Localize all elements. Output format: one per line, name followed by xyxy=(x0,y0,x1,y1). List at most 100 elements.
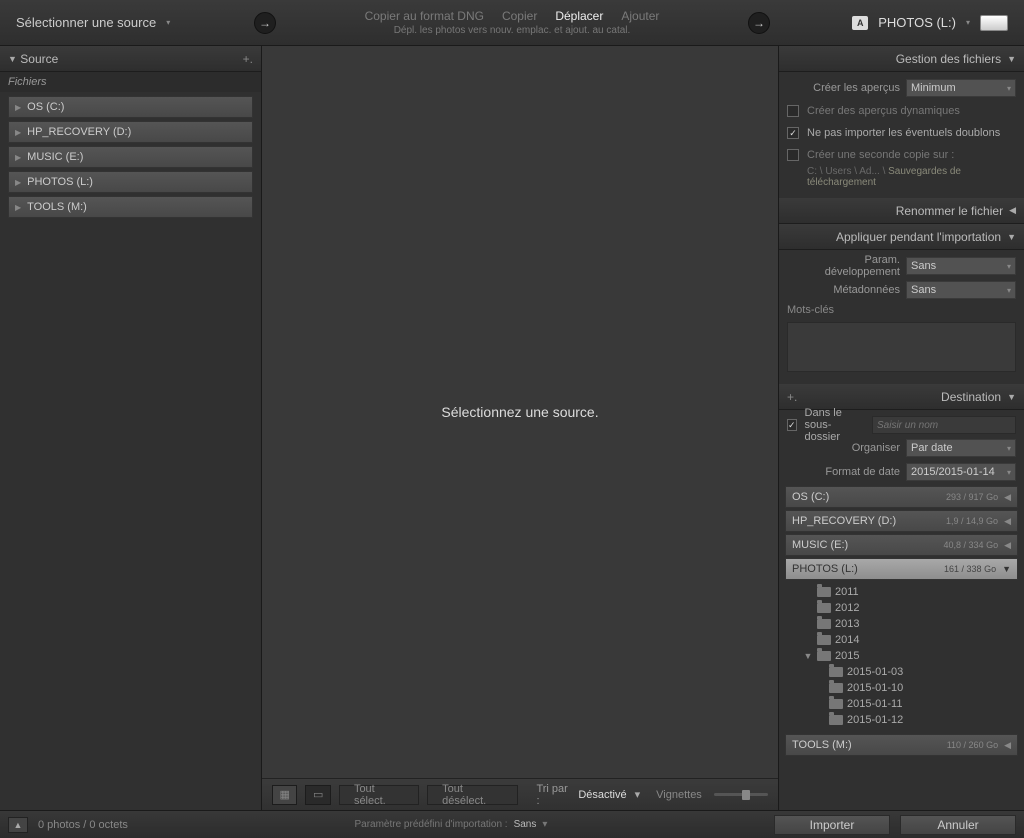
thumbnail-size-slider[interactable] xyxy=(714,793,768,796)
folder-item[interactable]: 2015-01-12 xyxy=(785,712,1018,728)
source-label[interactable]: Sélectionner une source xyxy=(16,15,156,30)
folder-icon xyxy=(817,651,831,661)
cancel-button[interactable]: Annuler xyxy=(900,815,1016,835)
triangle-right-icon: ▶ xyxy=(15,178,21,187)
destination-folder-tree: 2011201220132014▼20152015-01-032015-01-1… xyxy=(779,582,1024,732)
subfolder-checkbox[interactable]: ✓ xyxy=(787,419,797,431)
source-drive-item[interactable]: ▶HP_RECOVERY (D:) xyxy=(8,121,253,143)
grid-view-icon[interactable]: ▦ xyxy=(272,785,297,805)
triangle-left-icon: ◀ xyxy=(1004,516,1011,527)
folder-icon xyxy=(829,715,843,725)
destination-drive-item[interactable]: PHOTOS (L:)161 / 338 Go▼ xyxy=(785,558,1018,580)
organize-select[interactable]: Par date▾ xyxy=(906,439,1016,457)
triangle-down-icon: ▼ xyxy=(1002,564,1011,574)
folder-item[interactable]: 2012 xyxy=(785,600,1018,616)
action-subtitle: Dépl. les photos vers nouv. emplac. et a… xyxy=(394,25,631,36)
dropdown-icon: ▾ xyxy=(1007,444,1011,453)
source-arrow-button[interactable]: → xyxy=(254,12,276,34)
import-button[interactable]: Importer xyxy=(774,815,890,835)
second-copy-checkbox[interactable] xyxy=(787,149,799,161)
chevron-down-icon: ▾ xyxy=(966,18,970,27)
tab-copy-dng[interactable]: Copier au format DNG xyxy=(365,9,484,23)
folder-icon xyxy=(817,587,831,597)
loupe-view-icon[interactable]: ▭ xyxy=(305,785,330,805)
panel-header-source[interactable]: ▼ Source +. xyxy=(0,46,261,72)
date-format-label: Format de date xyxy=(787,466,900,478)
folder-item[interactable]: 2014 xyxy=(785,632,1018,648)
sort-value[interactable]: Désactivé xyxy=(578,789,626,801)
smart-previews-checkbox[interactable] xyxy=(787,105,799,117)
folder-item[interactable]: 2011 xyxy=(785,584,1018,600)
folder-item[interactable]: 2015-01-03 xyxy=(785,664,1018,680)
metadata-select[interactable]: Sans▾ xyxy=(906,281,1016,299)
triangle-left-icon: ◀ xyxy=(1004,492,1011,503)
build-previews-select[interactable]: Minimum▾ xyxy=(906,79,1016,97)
triangle-right-icon: ▶ xyxy=(15,153,21,162)
build-previews-label: Créer les aperçus xyxy=(787,82,900,94)
second-copy-label: Créer une seconde copie sur : xyxy=(807,149,954,161)
source-drive-item[interactable]: ▶PHOTOS (L:) xyxy=(8,171,253,193)
panel-header-rename[interactable]: Renommer le fichier ◀ xyxy=(779,198,1024,224)
dest-badge: A xyxy=(852,16,868,30)
hdd-icon xyxy=(980,15,1008,31)
triangle-down-icon: ▼ xyxy=(1007,54,1016,64)
triangle-down-icon: ▼ xyxy=(1007,232,1016,242)
organize-label: Organiser xyxy=(787,442,900,454)
source-drive-item[interactable]: ▶OS (C:) xyxy=(8,96,253,118)
dest-arrow-button[interactable]: → xyxy=(748,12,770,34)
plus-icon[interactable]: +. xyxy=(787,390,797,404)
folder-icon xyxy=(817,635,831,645)
preset-label: Paramètre prédéfini d'importation : xyxy=(354,819,507,830)
tab-move[interactable]: Déplacer xyxy=(555,9,603,23)
triangle-right-icon: ▶ xyxy=(15,128,21,137)
destination-drive-item[interactable]: OS (C:)293 / 917 Go◀ xyxy=(785,486,1018,508)
destination-drive-item[interactable]: HP_RECOVERY (D:)1,9 / 14,9 Go◀ xyxy=(785,510,1018,532)
panel-title: Gestion des fichiers xyxy=(896,52,1001,66)
dev-settings-select[interactable]: Sans▾ xyxy=(906,257,1016,275)
sort-label: Tri par : xyxy=(536,783,570,807)
folder-item[interactable]: 2015-01-10 xyxy=(785,680,1018,696)
chevron-down-icon: ▾ xyxy=(542,819,547,830)
destination-drive-item[interactable]: TOOLS (M:)110 / 260 Go◀ xyxy=(785,734,1018,756)
preset-value[interactable]: Sans xyxy=(514,819,537,830)
triangle-right-icon: ▶ xyxy=(15,103,21,112)
folder-item[interactable]: 2015-01-11 xyxy=(785,696,1018,712)
files-section-label: Fichiers xyxy=(0,72,261,92)
chevron-down-icon: ▾ xyxy=(166,18,170,27)
subfolder-input[interactable] xyxy=(872,416,1016,434)
date-format-select[interactable]: 2015/2015-01-14▾ xyxy=(906,463,1016,481)
tab-add[interactable]: Ajouter xyxy=(621,9,659,23)
panel-header-file-handling[interactable]: Gestion des fichiers ▼ xyxy=(779,46,1024,72)
subfolder-label: Dans le sous-dossier xyxy=(805,407,856,443)
triangle-left-icon: ◀ xyxy=(1009,205,1016,216)
folder-item[interactable]: ▼2015 xyxy=(785,648,1018,664)
dest-label[interactable]: PHOTOS (L:) xyxy=(878,15,956,30)
dropdown-icon: ▾ xyxy=(1007,84,1011,93)
keywords-input[interactable] xyxy=(787,322,1016,372)
chevron-down-icon: ▾ xyxy=(635,788,641,801)
panel-header-apply[interactable]: Appliquer pendant l'importation ▼ xyxy=(779,224,1024,250)
folder-icon xyxy=(829,683,843,693)
triangle-left-icon: ◀ xyxy=(1004,540,1011,551)
no-duplicates-checkbox[interactable]: ✓ xyxy=(787,127,799,139)
dropdown-icon: ▾ xyxy=(1007,286,1011,295)
select-all-button[interactable]: Tout sélect. xyxy=(339,785,419,805)
smart-previews-label: Créer des aperçus dynamiques xyxy=(807,105,960,117)
thumbnails-label: Vignettes xyxy=(656,789,702,801)
destination-drive-item[interactable]: MUSIC (E:)40,8 / 334 Go◀ xyxy=(785,534,1018,556)
panel-title: Source xyxy=(20,52,58,66)
collapse-up-button[interactable]: ▲ xyxy=(8,817,28,833)
panel-title: Renommer le fichier xyxy=(896,204,1003,218)
source-drive-item[interactable]: ▶MUSIC (E:) xyxy=(8,146,253,168)
triangle-right-icon: ▶ xyxy=(15,203,21,212)
source-drive-item[interactable]: ▶TOOLS (M:) xyxy=(8,196,253,218)
folder-icon xyxy=(817,619,831,629)
plus-icon[interactable]: +. xyxy=(243,52,253,66)
folder-icon xyxy=(829,699,843,709)
tab-copy[interactable]: Copier xyxy=(502,9,537,23)
folder-item[interactable]: 2013 xyxy=(785,616,1018,632)
dropdown-icon: ▾ xyxy=(1007,262,1011,271)
panel-title: Destination xyxy=(941,390,1001,404)
folder-icon xyxy=(817,603,831,613)
deselect-all-button[interactable]: Tout désélect. xyxy=(427,785,518,805)
